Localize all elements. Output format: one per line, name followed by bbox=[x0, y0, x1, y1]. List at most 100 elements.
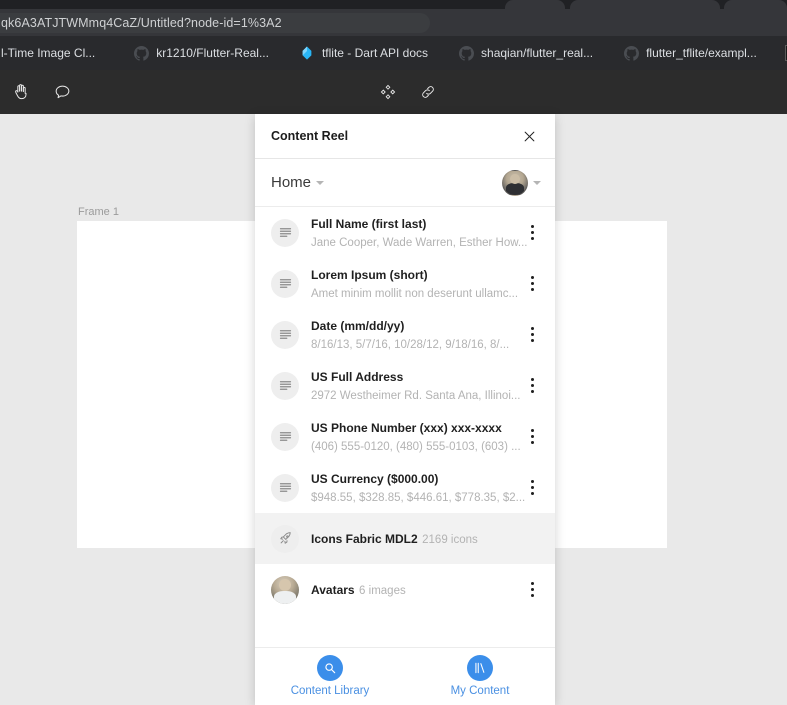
hand-icon bbox=[12, 82, 32, 102]
bookmark-item[interactable]: kr1210/Flutter-Real... bbox=[126, 41, 276, 65]
bookmark-item[interactable]: M Build a bbox=[778, 41, 787, 65]
text-lines-icon bbox=[271, 371, 299, 400]
list-item[interactable]: Lorem Ipsum (short) Amet minim mollit no… bbox=[255, 258, 555, 309]
panel-subheader: Home bbox=[255, 159, 555, 207]
bookmark-label: kr1210/Flutter-Real... bbox=[156, 46, 269, 60]
comment-icon bbox=[53, 83, 72, 102]
home-dropdown-label: Home bbox=[271, 174, 312, 191]
bookmark-item[interactable]: tflite - Dart API docs bbox=[292, 41, 435, 65]
bookmark-item[interactable]: l-Time Image Cl... bbox=[0, 41, 102, 65]
list-item[interactable]: Date (mm/dd/yy) 8/16/13, 5/7/16, 10/28/1… bbox=[255, 309, 555, 360]
omnibox-row: qk6A3ATJTWMmq4CaZ/Untitled?node-id=1%3A2 bbox=[0, 9, 787, 36]
list-item-subtitle: Jane Cooper, Wade Warren, Esther How... bbox=[311, 236, 528, 249]
link-tool-button[interactable] bbox=[408, 70, 448, 114]
list-item-text: Full Name (first last) Jane Cooper, Wade… bbox=[311, 215, 527, 251]
panel-tabbar: Content Library My Content bbox=[255, 647, 555, 705]
row-overflow-menu-icon[interactable] bbox=[521, 218, 543, 248]
list-item-text: Avatars 6 images bbox=[311, 581, 509, 599]
bookmark-label: l-Time Image Cl... bbox=[1, 46, 96, 60]
list-item-text: Date (mm/dd/yy) 8/16/13, 5/7/16, 10/28/1… bbox=[311, 317, 509, 353]
list-item[interactable]: Icons Fabric MDL2 2169 icons bbox=[255, 513, 555, 564]
user-menu[interactable] bbox=[502, 169, 541, 196]
avatar bbox=[502, 169, 528, 196]
github-icon bbox=[133, 45, 149, 61]
panel-title: Content Reel bbox=[271, 129, 349, 143]
tab-my-content[interactable]: My Content bbox=[434, 654, 526, 697]
content-reel-panel: Content Reel Home Full Name (first last)… bbox=[255, 114, 555, 705]
address-bar-url: qk6A3ATJTWMmq4CaZ/Untitled?node-id=1%3A2 bbox=[1, 16, 282, 30]
browser-tab[interactable] bbox=[724, 0, 787, 9]
tab-label: My Content bbox=[450, 684, 510, 697]
dart-icon bbox=[299, 45, 315, 61]
close-icon[interactable] bbox=[519, 126, 539, 146]
browser-chrome: qk6A3ATJTWMmq4CaZ/Untitled?node-id=1%3A2… bbox=[0, 0, 787, 70]
row-overflow-menu-icon[interactable] bbox=[521, 371, 543, 401]
avatar-photo-icon bbox=[271, 575, 299, 604]
components-icon bbox=[379, 83, 397, 101]
list-item-subtitle: Amet minim mollit non deserunt ullamc... bbox=[311, 287, 519, 300]
bookmark-item[interactable]: shaqian/flutter_real... bbox=[451, 41, 600, 65]
github-icon bbox=[458, 45, 474, 61]
list-item-text: US Currency ($000.00) $948.55, $328.85, … bbox=[311, 470, 525, 506]
row-overflow-menu-icon[interactable] bbox=[521, 575, 543, 605]
components-tool-button[interactable] bbox=[368, 70, 408, 114]
link-icon bbox=[419, 83, 437, 101]
text-lines-icon bbox=[271, 473, 299, 502]
address-bar[interactable]: qk6A3ATJTWMmq4CaZ/Untitled?node-id=1%3A2 bbox=[0, 13, 430, 33]
panel-titlebar: Content Reel bbox=[255, 114, 555, 159]
list-item-subtitle: 8/16/13, 5/7/16, 10/28/12, 9/18/16, 8/..… bbox=[311, 338, 510, 351]
github-icon bbox=[623, 45, 639, 61]
hand-tool-button[interactable] bbox=[2, 70, 42, 114]
list-item-subtitle: 6 images bbox=[359, 584, 406, 597]
text-lines-icon bbox=[271, 422, 299, 451]
text-lines-icon bbox=[271, 320, 299, 349]
browser-tab[interactable] bbox=[570, 0, 720, 9]
tab-label: Content Library bbox=[290, 684, 370, 697]
list-item-title: Full Name (first last) bbox=[311, 216, 427, 231]
list-item-title: Avatars bbox=[311, 582, 355, 597]
list-item[interactable]: Avatars 6 images bbox=[255, 564, 555, 615]
list-item-text: US Full Address 2972 Westheimer Rd. Sant… bbox=[311, 368, 520, 404]
list-item-title: US Currency ($000.00) bbox=[311, 471, 439, 486]
list-item-title: US Full Address bbox=[311, 369, 404, 384]
list-item-subtitle: (406) 555-0120, (480) 555-0103, (603) ..… bbox=[311, 440, 521, 453]
list-item[interactable]: Full Name (first last) Jane Cooper, Wade… bbox=[255, 207, 555, 258]
row-overflow-menu-icon[interactable] bbox=[521, 320, 543, 350]
row-overflow-menu-icon[interactable] bbox=[521, 422, 543, 452]
library-icon bbox=[467, 654, 493, 681]
row-overflow-menu-icon[interactable] bbox=[521, 473, 543, 503]
figma-toolbar-center bbox=[368, 70, 448, 114]
bookmark-label: tflite - Dart API docs bbox=[321, 46, 429, 60]
list-item-title: Lorem Ipsum (short) bbox=[311, 267, 428, 282]
text-lines-icon bbox=[271, 269, 299, 298]
frame-label[interactable]: Frame 1 bbox=[78, 206, 119, 218]
rocket-icon bbox=[271, 524, 299, 553]
bookmarks-bar: l-Time Image Cl... kr1210/Flutter-Real..… bbox=[0, 36, 787, 70]
list-item-text: US Phone Number (xxx) xxx-xxxx (406) 555… bbox=[311, 419, 521, 455]
list-item-subtitle: 2972 Westheimer Rd. Santa Ana, Illinoi..… bbox=[311, 389, 521, 402]
browser-tab[interactable] bbox=[505, 0, 565, 9]
chevron-down-icon bbox=[316, 180, 325, 185]
search-icon bbox=[317, 654, 343, 681]
list-item-subtitle: 2169 icons bbox=[422, 533, 478, 546]
list-item[interactable]: US Currency ($000.00) $948.55, $328.85, … bbox=[255, 462, 555, 513]
bookmark-label: flutter_tflite/exampl... bbox=[646, 46, 757, 60]
list-item-title: Date (mm/dd/yy) bbox=[311, 318, 405, 333]
list-item-text: Lorem Ipsum (short) Amet minim mollit no… bbox=[311, 266, 518, 302]
tab-content-library[interactable]: Content Library bbox=[284, 654, 376, 697]
content-reel-list[interactable]: Full Name (first last) Jane Cooper, Wade… bbox=[255, 207, 555, 647]
text-lines-icon bbox=[271, 218, 299, 247]
chevron-down-icon bbox=[533, 180, 541, 185]
list-item[interactable]: US Phone Number (xxx) xxx-xxxx (406) 555… bbox=[255, 411, 555, 462]
figma-toolbar bbox=[0, 70, 787, 114]
home-dropdown[interactable]: Home bbox=[271, 174, 325, 191]
list-item-title: Icons Fabric MDL2 bbox=[311, 531, 418, 546]
list-item-subtitle: $948.55, $328.85, $446.61, $778.35, $2..… bbox=[311, 491, 526, 504]
list-item-title: US Phone Number (xxx) xxx-xxxx bbox=[311, 420, 502, 435]
comment-tool-button[interactable] bbox=[42, 70, 82, 114]
list-item[interactable]: US Full Address 2972 Westheimer Rd. Sant… bbox=[255, 360, 555, 411]
bookmark-label: shaqian/flutter_real... bbox=[481, 46, 594, 60]
browser-tabstrip[interactable] bbox=[0, 0, 787, 9]
row-overflow-menu-icon[interactable] bbox=[521, 269, 543, 299]
bookmark-item[interactable]: flutter_tflite/exampl... bbox=[616, 41, 764, 65]
